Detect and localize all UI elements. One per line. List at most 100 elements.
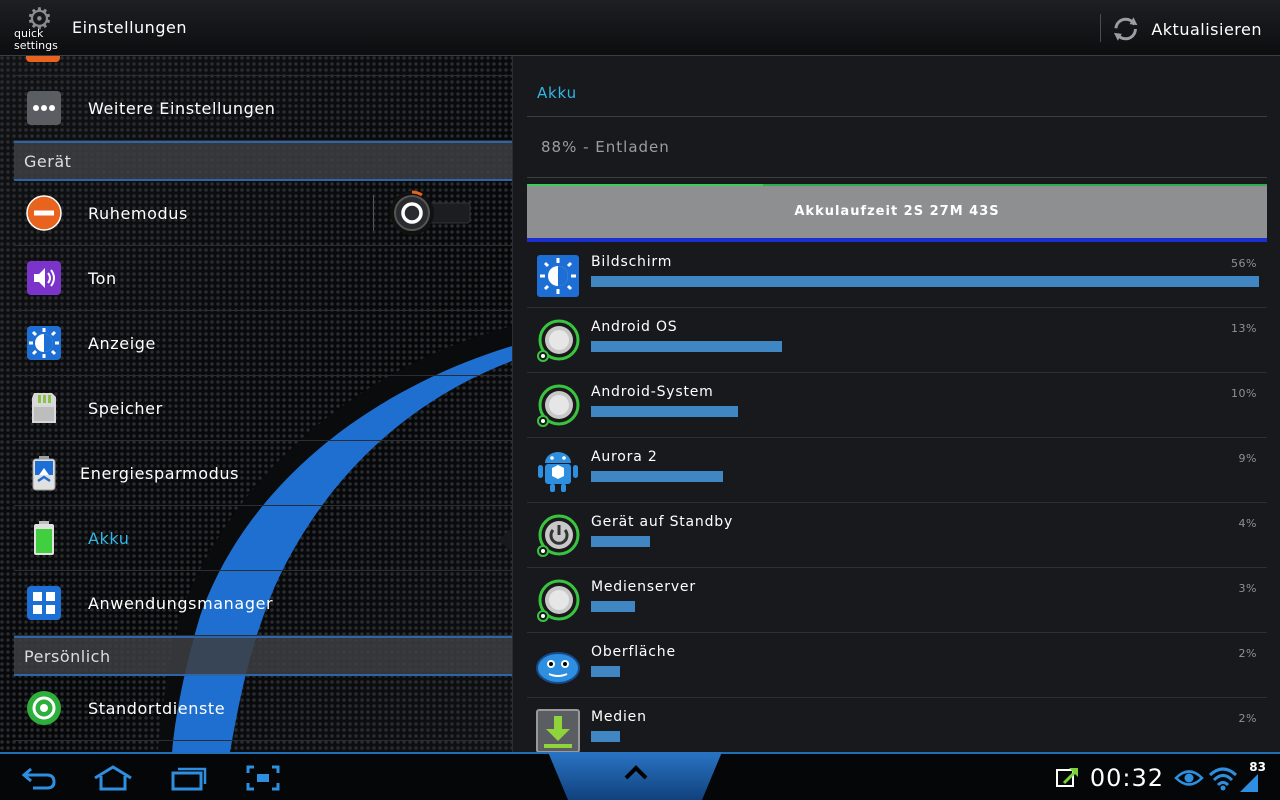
action-bar: ⚙ quick settings Einstellungen Aktualisi…: [0, 0, 1280, 56]
settings-item-speicher[interactable]: Speicher: [14, 376, 512, 441]
status-tray[interactable]: 00:32 83: [1054, 760, 1266, 796]
settings-item-label: Standortdienste: [88, 698, 226, 718]
usage-item-percent: 2%: [1238, 647, 1257, 660]
partial-row: [14, 56, 512, 76]
system-bar: 00:32 83: [0, 752, 1280, 800]
settings-item-akku[interactable]: Akku: [14, 506, 512, 571]
recycle-battery-icon: [26, 455, 62, 491]
quick-settings-logo[interactable]: ⚙ quick settings: [12, 4, 66, 52]
settings-item-anzeige[interactable]: Anzeige: [14, 311, 512, 376]
usage-item[interactable]: Android-System 10%: [527, 373, 1267, 438]
usage-item-bar: [591, 731, 620, 742]
usage-item-name: Gerät auf Standby: [591, 514, 734, 530]
media-server-icon: [535, 578, 581, 624]
brightness-icon: [535, 253, 581, 299]
usage-item-percent: 2%: [1238, 712, 1257, 725]
usage-item-bar: [591, 276, 1259, 287]
brightness-gear-icon: [26, 325, 62, 361]
refresh-icon: [1113, 17, 1138, 41]
settings-item-label: Speicher: [88, 398, 163, 418]
usage-item[interactable]: Bildschirm 56%: [527, 243, 1267, 308]
usage-item[interactable]: Android OS 13%: [527, 308, 1267, 373]
more-dots-icon: [26, 90, 62, 126]
ruhemodus-toggle[interactable]: [388, 189, 472, 237]
battery-status: 88% - Entladen: [541, 138, 670, 156]
divider: [527, 116, 1267, 117]
detail-title: Akku: [537, 84, 577, 102]
section-header-device: Gerät: [14, 141, 512, 181]
home-button[interactable]: [88, 762, 138, 794]
logo-text: quick settings: [14, 27, 58, 52]
settings-item-standortdienste[interactable]: Standortdienste: [14, 676, 512, 741]
settings-item-more[interactable]: Weitere Einstellungen: [14, 76, 512, 141]
home-icon: [94, 765, 132, 791]
graph-charge-line: [527, 184, 763, 186]
usage-item-bar: [591, 601, 635, 612]
usage-item-name: Medienserver: [591, 579, 696, 595]
usage-item-name: Android-System: [591, 384, 714, 400]
settings-item-label: Energiesparmodus: [80, 463, 240, 483]
settings-item-anwendungsmanager[interactable]: Anwendungsmanager: [14, 571, 512, 636]
speaker-icon: [26, 260, 62, 296]
refresh-button[interactable]: Aktualisieren: [1112, 14, 1262, 44]
chevron-up-icon: [624, 765, 648, 780]
usage-item-name: Aurora 2: [591, 449, 658, 465]
recent-apps-button[interactable]: [164, 762, 214, 794]
ui-blob-icon: [535, 643, 581, 689]
settings-item-ruhemodus[interactable]: Ruhemodus: [14, 181, 512, 246]
back-button[interactable]: [14, 762, 64, 794]
eye-icon: [1174, 770, 1204, 786]
battery-time-label: Akkulaufzeit 2S 27M 43S: [794, 204, 1000, 219]
toggle-divider: [373, 195, 374, 231]
minus-circle-icon: [26, 195, 62, 231]
refresh-label: Aktualisieren: [1151, 19, 1262, 39]
download-icon: [535, 708, 581, 752]
settings-item-label: Akku: [88, 528, 130, 548]
usage-item-name: Medien: [591, 709, 647, 725]
location-target-icon: [26, 690, 62, 726]
android-system-icon: [535, 383, 581, 429]
standby-power-icon: [535, 513, 581, 559]
usage-item-bar: [591, 666, 620, 677]
back-icon: [21, 767, 56, 790]
settings-item-label: Weitere Einstellungen: [88, 98, 276, 118]
usage-item-percent: 3%: [1238, 582, 1257, 595]
usage-item-bar: [591, 471, 723, 482]
usage-item-bar: [591, 406, 738, 417]
usage-item[interactable]: Medien 2%: [527, 698, 1267, 752]
settings-item-energiesparmodus[interactable]: Energiesparmodus: [14, 441, 512, 506]
settings-item-label: Ton: [88, 268, 117, 288]
quick-panel-tab[interactable]: [548, 752, 722, 800]
usage-item-name: Android OS: [591, 319, 678, 335]
usage-item[interactable]: Oberfläche 2%: [527, 633, 1267, 698]
usage-item-name: Bildschirm: [591, 254, 673, 270]
usage-item-percent: 9%: [1238, 452, 1257, 465]
settings-item-ton[interactable]: Ton: [14, 246, 512, 311]
battery-icon: [26, 520, 62, 556]
settings-list-pane[interactable]: Weitere Einstellungen Gerät Ruhemodus To…: [0, 56, 512, 752]
android-os-icon: [535, 318, 581, 364]
battery-history-graph[interactable]: Akkulaufzeit 2S 27M 43S: [527, 184, 1267, 242]
sd-card-icon: [26, 390, 62, 426]
usage-item-percent: 4%: [1238, 517, 1257, 530]
signal-battery-icon: [1240, 774, 1258, 792]
usage-item-percent: 56%: [1231, 257, 1257, 270]
usage-item[interactable]: Gerät auf Standby 4%: [527, 503, 1267, 568]
settings-item-label: Ruhemodus: [88, 203, 188, 223]
section-header-personal: Persönlich: [14, 636, 512, 676]
wifi-icon: [1208, 767, 1238, 791]
usage-list: Bildschirm 56% Android OS 13% Android-System…: [527, 243, 1267, 752]
selection-pointer: [498, 528, 512, 552]
usage-item[interactable]: Medienserver 3%: [527, 568, 1267, 633]
battery-detail-pane: Akku 88% - Entladen Akkulaufzeit 2S 27M …: [512, 56, 1280, 752]
battery-indicator: 83: [1238, 760, 1266, 796]
sync-notification-icon: [1055, 768, 1078, 787]
screenshot-button[interactable]: [238, 762, 288, 794]
divider: [527, 177, 1267, 178]
usage-item-bar: [591, 341, 782, 352]
usage-item[interactable]: Aurora 2 9%: [527, 438, 1267, 503]
android-robot-icon: [535, 448, 581, 494]
partial-icon: [26, 56, 60, 62]
settings-item-label: Anzeige: [88, 333, 156, 353]
usage-item-percent: 10%: [1231, 387, 1257, 400]
